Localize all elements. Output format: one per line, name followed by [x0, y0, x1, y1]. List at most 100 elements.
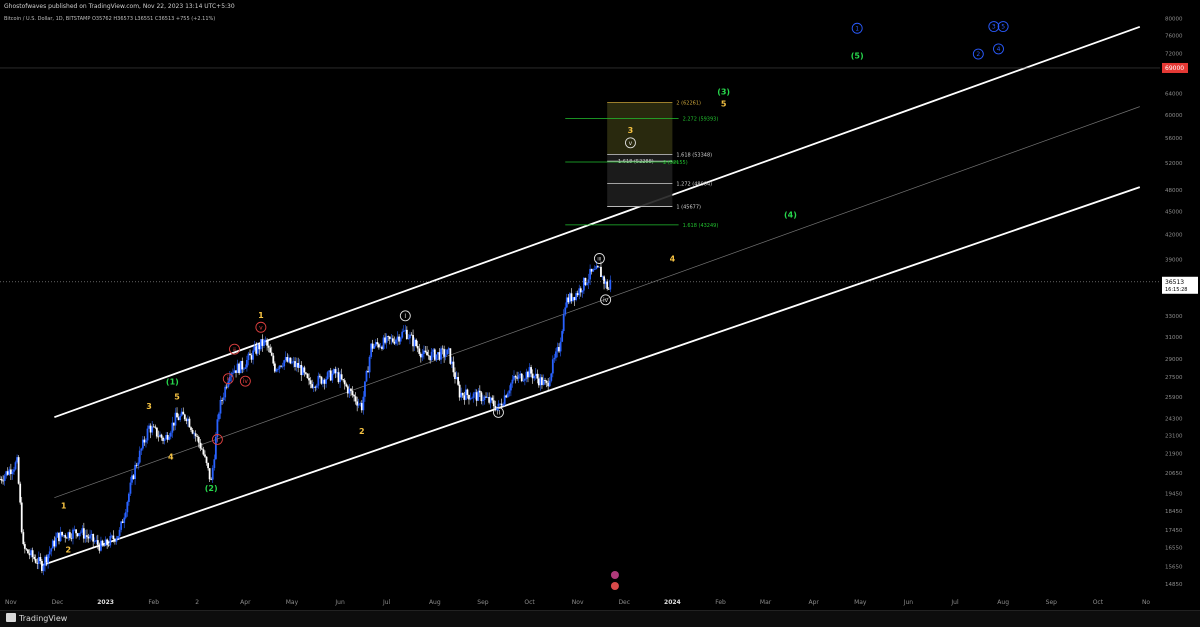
candle-body[interactable]: [475, 392, 478, 401]
candle-body[interactable]: [419, 353, 422, 358]
candle-body[interactable]: [433, 349, 436, 360]
candle-body[interactable]: [423, 350, 425, 354]
candle-body[interactable]: [61, 531, 64, 536]
candle-body[interactable]: [235, 370, 237, 373]
candle-body[interactable]: [318, 375, 321, 377]
candle-body[interactable]: [499, 403, 501, 405]
candle-body[interactable]: [519, 373, 522, 376]
candle-body[interactable]: [464, 389, 467, 400]
candle-body[interactable]: [33, 556, 36, 559]
candle-body[interactable]: [590, 268, 593, 272]
candle-body[interactable]: [301, 367, 304, 375]
candle-body[interactable]: [112, 535, 115, 540]
candle-body[interactable]: [567, 297, 570, 303]
candle-body[interactable]: [295, 363, 298, 367]
candle-body[interactable]: [72, 529, 74, 539]
candle-body[interactable]: [578, 288, 581, 296]
candle-body[interactable]: [199, 442, 202, 449]
candle-body[interactable]: [329, 370, 332, 381]
candle-body[interactable]: [536, 373, 539, 379]
candle-body[interactable]: [152, 426, 155, 428]
candle-body[interactable]: [264, 339, 267, 341]
candle-body[interactable]: [537, 378, 540, 386]
candle-body[interactable]: [374, 342, 377, 346]
candle-body[interactable]: [523, 379, 526, 381]
candle-body[interactable]: [525, 371, 528, 380]
candle-body[interactable]: [17, 457, 20, 484]
candle-body[interactable]: [435, 354, 438, 360]
candle-body[interactable]: [258, 344, 261, 350]
candle-body[interactable]: [339, 374, 341, 383]
candle-body[interactable]: [376, 342, 379, 345]
candle-body[interactable]: [449, 348, 452, 364]
candle-body[interactable]: [311, 384, 314, 388]
candle-body[interactable]: [219, 399, 222, 414]
candle-body[interactable]: [516, 377, 519, 379]
candle-body[interactable]: [398, 336, 400, 342]
candle-body[interactable]: [110, 535, 113, 537]
candle-body[interactable]: [427, 355, 430, 357]
candle-body[interactable]: [25, 548, 28, 550]
candle-body[interactable]: [430, 351, 433, 361]
candle-body[interactable]: [382, 337, 385, 349]
candle-body[interactable]: [103, 545, 105, 547]
candle-body[interactable]: [114, 539, 116, 542]
candle-body[interactable]: [123, 517, 126, 523]
candle-body[interactable]: [441, 348, 444, 350]
candle-body[interactable]: [9, 469, 12, 475]
event-marker-icon[interactable]: [610, 582, 619, 590]
candle-body[interactable]: [188, 418, 191, 428]
candle-body[interactable]: [388, 336, 391, 339]
candle-body[interactable]: [191, 429, 194, 434]
candle-body[interactable]: [576, 293, 579, 296]
candle-body[interactable]: [455, 376, 458, 380]
candle-body[interactable]: [179, 415, 182, 421]
candle-body[interactable]: [351, 390, 354, 396]
candle-body[interactable]: [421, 353, 424, 358]
candle-body[interactable]: [42, 565, 45, 571]
candle-body[interactable]: [450, 361, 453, 364]
candle-body[interactable]: [13, 469, 15, 472]
candle-body[interactable]: [294, 361, 296, 367]
candle-body[interactable]: [444, 354, 447, 357]
candle-body[interactable]: [135, 464, 138, 466]
candle-body[interactable]: [443, 349, 446, 357]
candle-body[interactable]: [579, 288, 582, 293]
candle-body[interactable]: [533, 376, 536, 379]
candle-body[interactable]: [547, 382, 550, 387]
candle-body[interactable]: [8, 469, 11, 475]
candle-body[interactable]: [438, 352, 441, 360]
candle-body[interactable]: [391, 338, 394, 342]
candle-body[interactable]: [429, 355, 432, 361]
candle-body[interactable]: [384, 337, 387, 343]
candle-body[interactable]: [244, 367, 247, 369]
candle-body[interactable]: [287, 357, 290, 362]
candle-body[interactable]: [27, 549, 29, 554]
candle-body[interactable]: [593, 269, 596, 271]
candle-body[interactable]: [127, 493, 130, 502]
candle-body[interactable]: [176, 412, 178, 418]
candle-body[interactable]: [165, 435, 168, 440]
price-chart[interactable]: 2 (62261) 2.272 (59393) 1.618 (53348) 1.618…: [0, 0, 1200, 610]
candle-body[interactable]: [508, 390, 511, 394]
candle-body[interactable]: [592, 269, 595, 272]
candle-body[interactable]: [399, 337, 402, 342]
candle-body[interactable]: [132, 475, 135, 479]
candle-body[interactable]: [489, 397, 492, 403]
candle-body[interactable]: [587, 279, 590, 284]
candle-body[interactable]: [601, 276, 604, 278]
candle-body[interactable]: [162, 437, 164, 441]
candle-body[interactable]: [222, 397, 225, 401]
candle-body[interactable]: [236, 363, 239, 373]
candle-body[interactable]: [326, 372, 329, 379]
candle-body[interactable]: [379, 346, 382, 348]
candle-body[interactable]: [426, 351, 428, 356]
candle-body[interactable]: [562, 314, 565, 332]
candle-body[interactable]: [253, 346, 256, 351]
candle-body[interactable]: [14, 462, 17, 470]
candle-body[interactable]: [261, 339, 264, 346]
candle-body[interactable]: [273, 363, 276, 372]
candle-body[interactable]: [291, 362, 293, 364]
candle-body[interactable]: [457, 376, 459, 385]
candle-body[interactable]: [121, 521, 124, 523]
